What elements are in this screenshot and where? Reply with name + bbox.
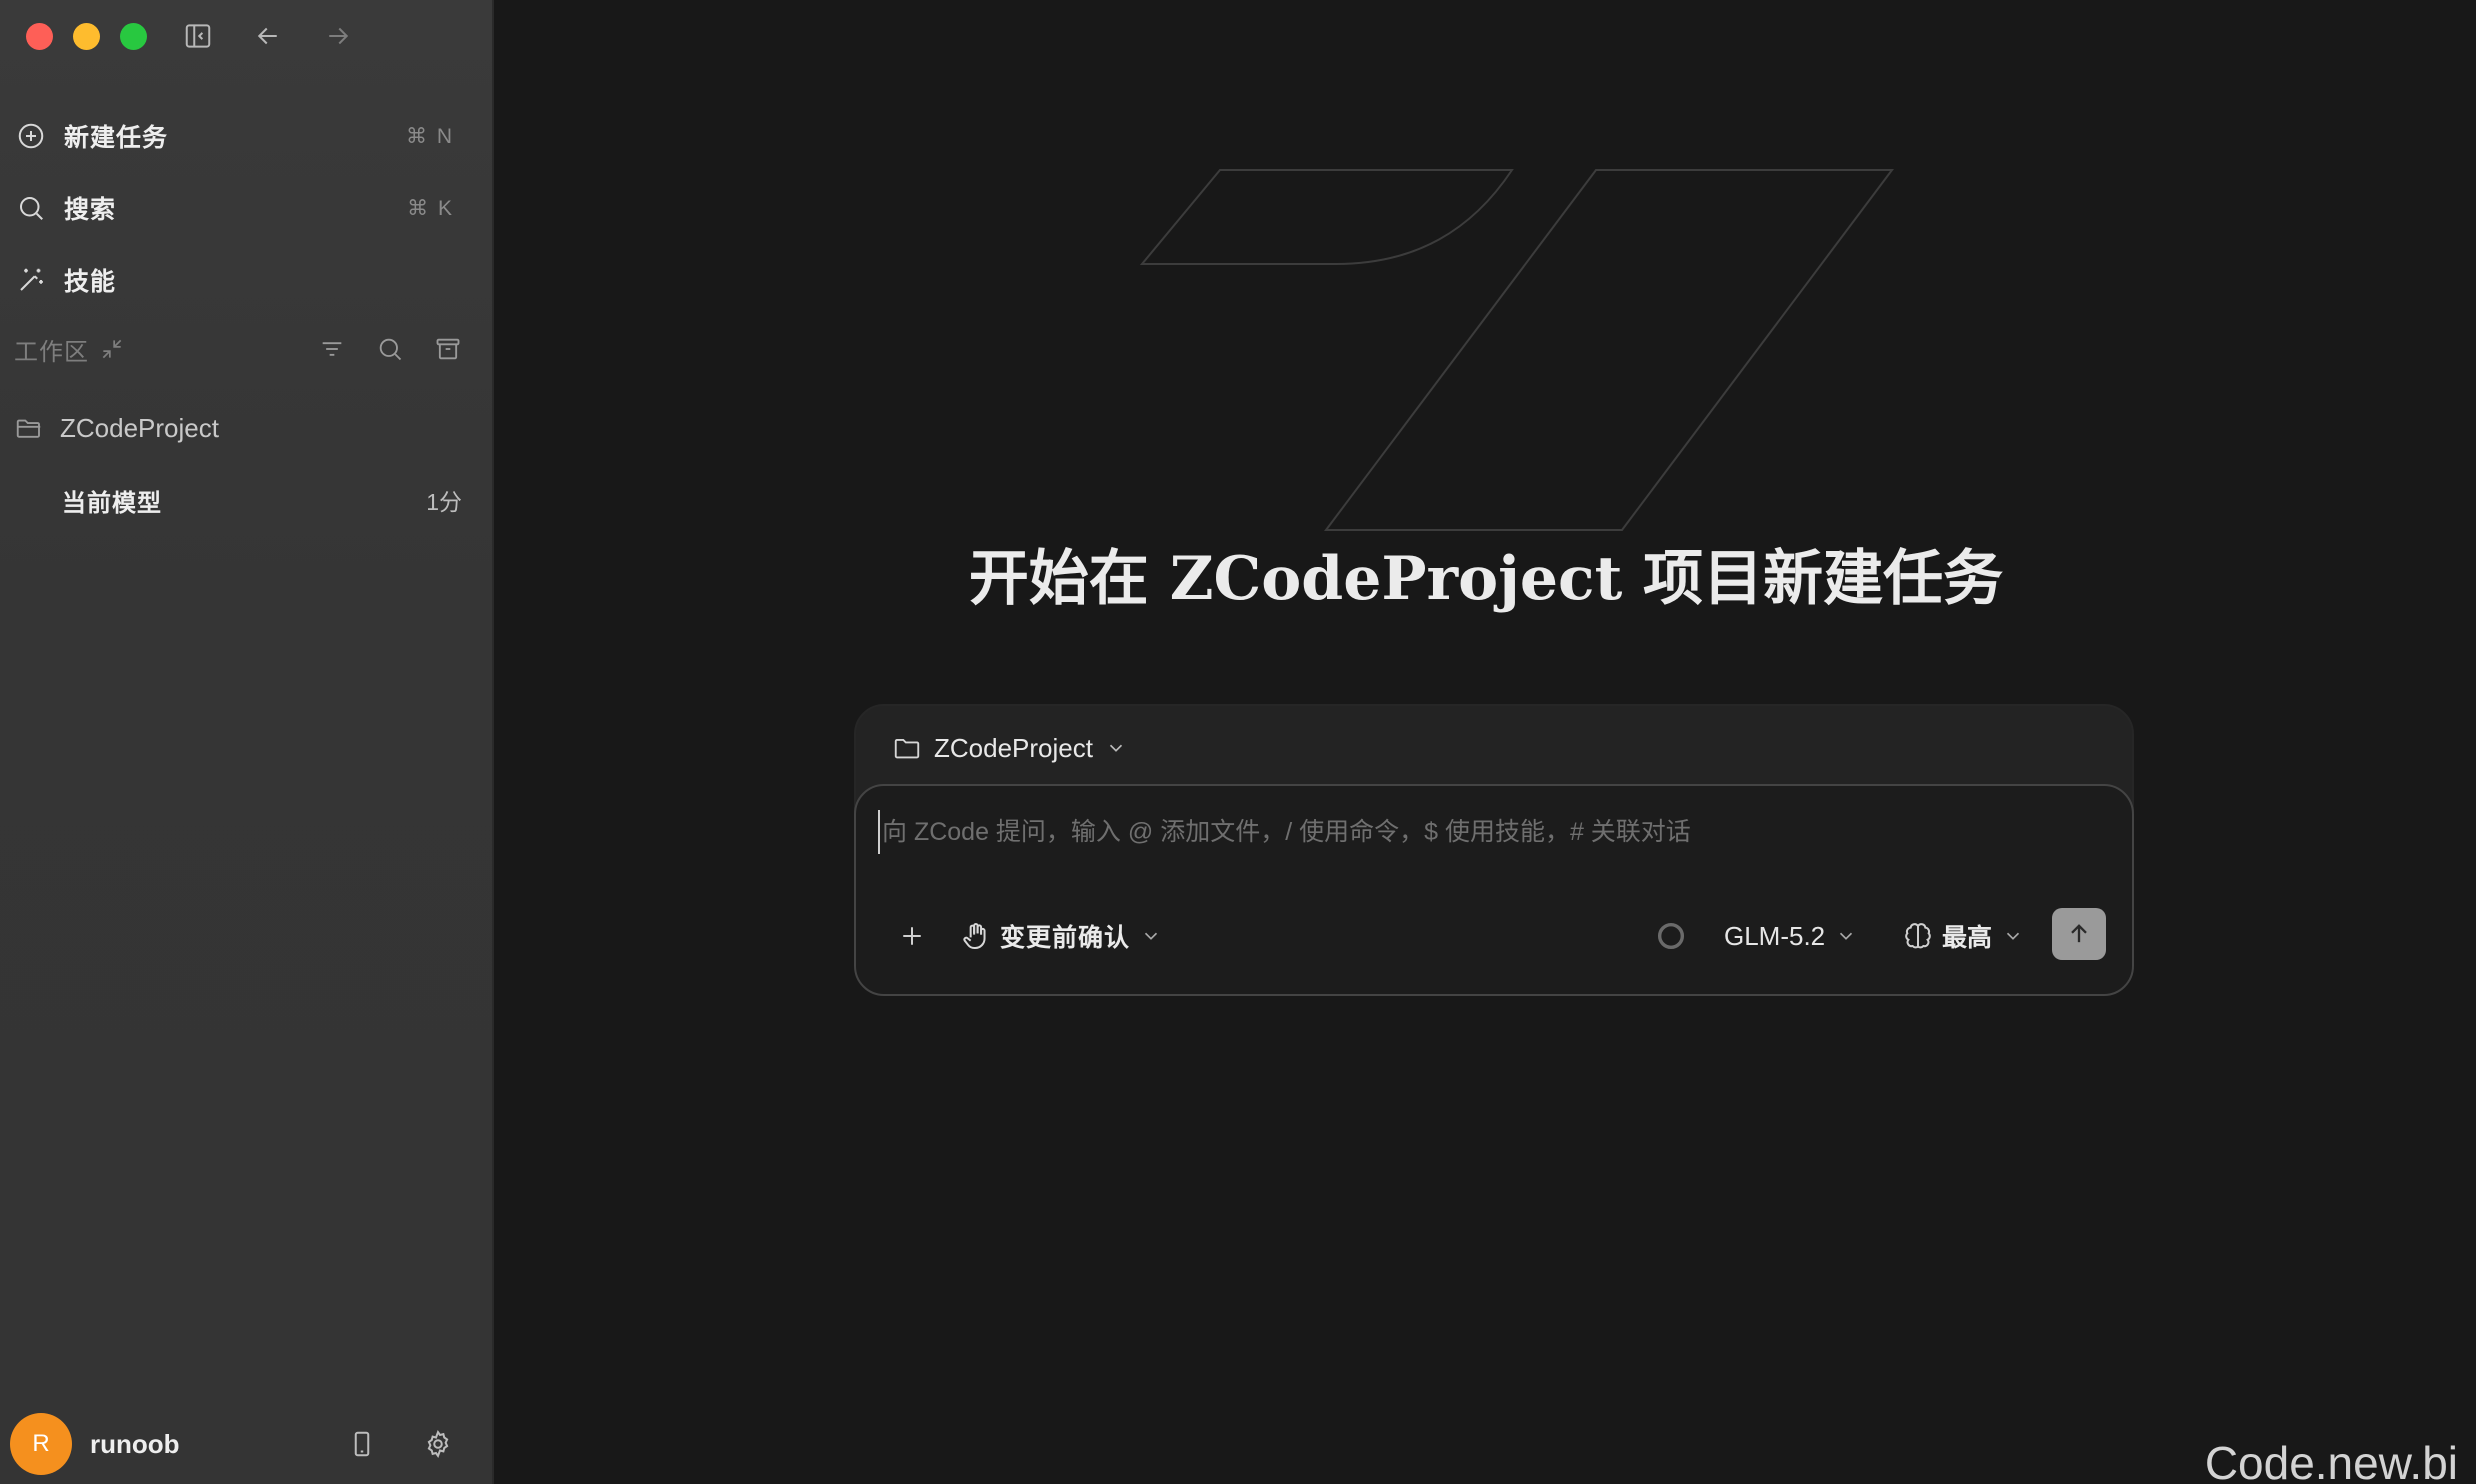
hand-icon	[963, 923, 986, 949]
window-controls	[26, 23, 147, 50]
nav-search-label: 搜索	[64, 196, 117, 224]
task-label: 当前模型	[62, 489, 162, 517]
nav-new-task[interactable]: 新建任务 ⌘ N	[0, 100, 494, 172]
project-item[interactable]: ZCodeProject	[14, 404, 219, 452]
task-item[interactable]: 当前模型 1分	[62, 478, 462, 522]
reasoning-label: 最高	[1942, 924, 1993, 952]
sidebar-nav: 新建任务 ⌘ N 搜索 ⌘ K 技能	[0, 100, 494, 316]
collapse-icon[interactable]	[99, 336, 125, 362]
workspace-tools	[316, 333, 464, 365]
maximize-window-button[interactable]	[120, 23, 147, 50]
plus-circle-icon	[14, 119, 48, 153]
app-window: 新建任务 ⌘ N 搜索 ⌘ K 技能 工作区 ZCodeProject 当前模型…	[0, 0, 2476, 1484]
task-time: 1分	[426, 489, 462, 515]
model-selector[interactable]: GLM-5.2	[1724, 910, 1857, 962]
nav-new-task-label: 新建任务	[64, 124, 169, 152]
progress-ring-icon	[1657, 922, 1685, 950]
chevron-down-icon	[2002, 925, 2024, 947]
project-selector-label: ZCodeProject	[934, 732, 1093, 763]
minimize-window-button[interactable]	[73, 23, 100, 50]
magic-wand-icon	[14, 263, 48, 297]
folder-icon	[894, 738, 920, 759]
user-name: runoob	[90, 1428, 180, 1459]
prompt-composer: 变更前确认 GLM-5.2 最高	[854, 784, 2134, 996]
chevron-down-icon	[1105, 737, 1127, 759]
mobile-device-icon[interactable]	[344, 1426, 380, 1462]
close-window-button[interactable]	[26, 23, 53, 50]
workspace-title: 工作区	[14, 338, 89, 366]
nav-search[interactable]: 搜索 ⌘ K	[0, 172, 494, 244]
toggle-sidebar-icon[interactable]	[180, 18, 216, 54]
settings-gear-icon[interactable]	[420, 1426, 456, 1462]
nav-skills[interactable]: 技能	[0, 244, 494, 316]
watermark: Code.new.bi	[2204, 1437, 2458, 1484]
workspace-search-icon[interactable]	[374, 333, 406, 365]
main-panel: 开始在 ZCodeProject 项目新建任务 ZCodeProject 变更前…	[496, 0, 2476, 1484]
archive-icon[interactable]	[432, 333, 464, 365]
chevron-down-icon	[1835, 925, 1857, 947]
user-tools	[344, 1426, 470, 1462]
send-button[interactable]	[2052, 908, 2106, 960]
attach-button[interactable]	[892, 910, 932, 962]
avatar[interactable]: R	[10, 1413, 72, 1475]
plus-icon	[903, 927, 921, 945]
nav-new-task-shortcut: ⌘ N	[406, 124, 454, 148]
filter-icon[interactable]	[316, 333, 348, 365]
model-label: GLM-5.2	[1724, 920, 1826, 951]
prompt-input[interactable]	[878, 810, 2108, 854]
context-usage-ring[interactable]	[1654, 910, 1688, 962]
confirm-mode-label: 变更前确认	[1000, 924, 1131, 952]
nav-skills-label: 技能	[64, 268, 117, 296]
project-selector[interactable]: ZCodeProject	[892, 728, 1127, 768]
page-title: 开始在 ZCodeProject 项目新建任务	[968, 544, 2004, 614]
sidebar: 新建任务 ⌘ N 搜索 ⌘ K 技能 工作区 ZCodeProject 当前模型…	[0, 0, 494, 1484]
workspace-header: 工作区	[14, 326, 464, 372]
sidebar-toolbar	[180, 18, 356, 54]
user-bar: R runoob	[10, 1412, 470, 1476]
project-name: ZCodeProject	[60, 412, 219, 443]
brain-icon	[1905, 923, 1931, 949]
chevron-down-icon	[1140, 925, 1162, 947]
arrow-up-icon	[2071, 924, 2087, 943]
zcode-logo-icon	[1139, 169, 1894, 531]
reasoning-selector[interactable]: 最高	[1902, 910, 2024, 962]
confirm-mode-button[interactable]: 变更前确认	[960, 910, 1162, 962]
search-icon	[14, 191, 48, 225]
nav-search-shortcut: ⌘ K	[407, 196, 454, 220]
back-arrow-icon[interactable]	[250, 18, 286, 54]
folder-open-icon	[14, 413, 44, 443]
forward-arrow-icon[interactable]	[320, 18, 356, 54]
